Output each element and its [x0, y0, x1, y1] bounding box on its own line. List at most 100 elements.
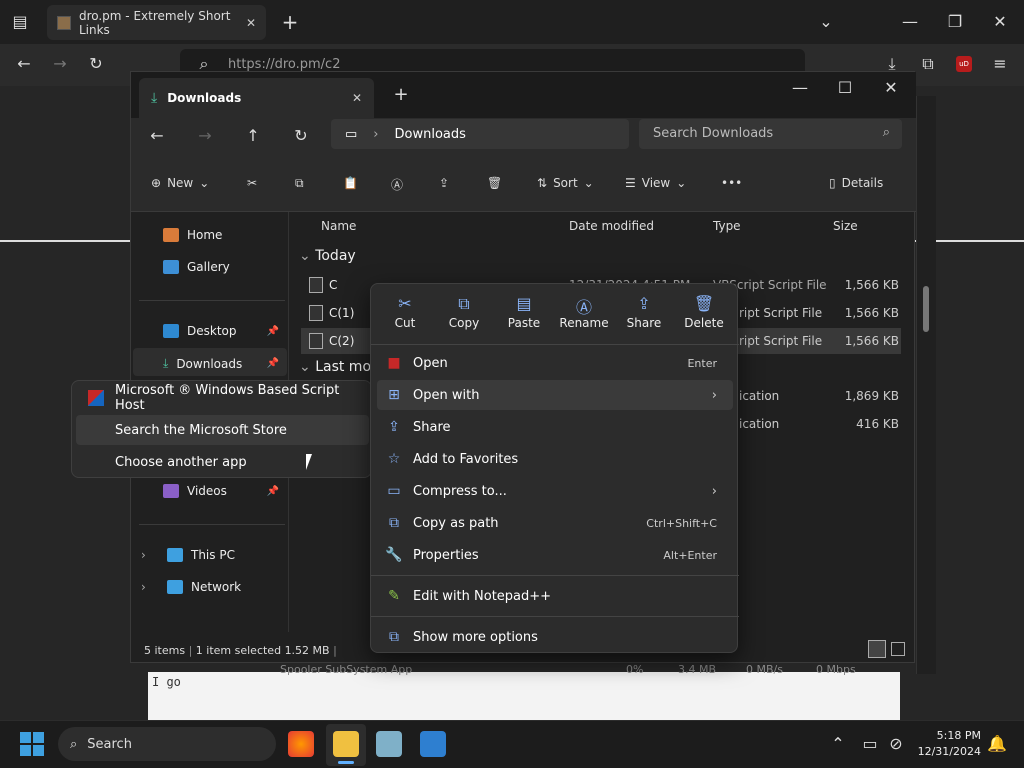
- ublock-icon[interactable]: uD: [956, 56, 972, 72]
- details-label: Details: [841, 176, 884, 190]
- menu-item-favorites[interactable]: ☆ Add to Favorites: [377, 444, 733, 474]
- details-view-icon[interactable]: [868, 640, 886, 658]
- chevron-up-icon[interactable]: ⌃: [826, 732, 850, 756]
- close-window-icon[interactable]: ✕: [879, 76, 903, 100]
- file-size: 1,566 KB: [844, 306, 899, 320]
- extensions-icon[interactable]: ⧉: [916, 52, 940, 76]
- back-icon[interactable]: ←: [145, 124, 169, 148]
- share-action[interactable]: ⇪ Share: [614, 294, 674, 330]
- minimize-icon[interactable]: —: [788, 76, 812, 100]
- sidebar-item-this-pc[interactable]: › This PC: [141, 548, 281, 562]
- rename-icon[interactable]: Ⓐ: [391, 176, 403, 193]
- submenu-item-choose-app[interactable]: Choose another app: [76, 447, 369, 477]
- divider: [371, 575, 739, 576]
- sort-button[interactable]: ⇅ Sort ⌄: [537, 176, 594, 190]
- cut-action[interactable]: ✂ Cut: [375, 294, 435, 330]
- forward-icon[interactable]: →: [48, 52, 72, 76]
- pin-icon: 📌: [266, 485, 279, 497]
- delete-icon[interactable]: 🗑: [487, 176, 502, 190]
- cut-icon[interactable]: ✂: [247, 176, 257, 190]
- back-icon[interactable]: ←: [12, 52, 36, 76]
- more-options-icon[interactable]: •••: [721, 176, 742, 190]
- firefox-icon[interactable]: [288, 731, 314, 757]
- status-items: 5 items: [144, 644, 186, 657]
- details-button[interactable]: ▯ Details: [829, 176, 883, 190]
- explorer-tab[interactable]: ⤓ Downloads ✕: [139, 78, 374, 118]
- share-icon[interactable]: ⇪: [439, 176, 449, 190]
- sidebar-item-label: This PC: [191, 548, 235, 562]
- chevron-down-icon: ⌄: [583, 176, 594, 190]
- sidebar-item-desktop[interactable]: Desktop 📌: [163, 324, 283, 338]
- menu-item-label: Edit with Notepad++: [413, 588, 552, 604]
- tiles-view-icon[interactable]: [891, 642, 905, 656]
- clock[interactable]: 5:18 PM 12/31/2024: [905, 728, 981, 760]
- group-today[interactable]: ⌄ Today: [299, 248, 356, 264]
- new-tab-icon[interactable]: +: [278, 10, 302, 34]
- sidebar-item-videos[interactable]: Videos 📌: [163, 484, 283, 498]
- up-icon[interactable]: ↑: [241, 124, 265, 148]
- paste-icon[interactable]: 📋: [343, 176, 358, 190]
- column-name[interactable]: Name: [321, 219, 356, 233]
- forward-icon[interactable]: →: [193, 124, 217, 148]
- group-last-month[interactable]: ⌄ Last mon: [299, 359, 380, 375]
- sidebar-item-network[interactable]: › Network: [141, 580, 281, 594]
- rename-action[interactable]: Ⓐ Rename: [554, 294, 614, 330]
- column-date[interactable]: Date modified: [569, 219, 654, 233]
- menu-item-share[interactable]: ⇪ Share: [377, 412, 733, 442]
- chevron-right-icon: ›: [711, 387, 717, 403]
- chevron-right-icon[interactable]: ›: [141, 548, 153, 562]
- close-window-icon[interactable]: ✕: [988, 10, 1012, 34]
- chevron-down-icon: ⌄: [299, 248, 311, 264]
- menu-item-open-with[interactable]: ⊞ Open with ›: [377, 380, 733, 410]
- menu-item-compress[interactable]: ▭ Compress to... ›: [377, 476, 733, 506]
- chevron-right-icon[interactable]: ›: [141, 580, 153, 594]
- tab-overview-icon[interactable]: ▤: [8, 10, 32, 34]
- copy-action[interactable]: ⧉ Copy: [434, 294, 494, 330]
- display-icon[interactable]: ▭: [858, 732, 882, 756]
- column-size[interactable]: Size: [833, 219, 858, 233]
- restore-icon[interactable]: ❐: [943, 10, 967, 34]
- plus-circle-icon: ⊕: [151, 176, 162, 190]
- view-button[interactable]: ☰ View ⌄: [625, 176, 686, 190]
- menu-item-open[interactable]: ■ Open Enter: [377, 348, 733, 378]
- browser-tab[interactable]: dro.pm - Extremely Short Links ✕: [47, 5, 266, 40]
- photos-icon[interactable]: [420, 731, 446, 757]
- sidebar-item-downloads[interactable]: ⤓ Downloads 📌: [163, 356, 283, 371]
- taskbar-search[interactable]: ⌕ Search: [58, 727, 276, 761]
- new-tab-icon[interactable]: +: [389, 83, 413, 107]
- column-type[interactable]: Type: [713, 219, 741, 233]
- menu-item-copy-path[interactable]: ⧉ Copy as path Ctrl+Shift+C: [377, 508, 733, 538]
- sidebar-item-home[interactable]: Home: [163, 228, 283, 242]
- notification-bell-icon[interactable]: 🔔: [985, 732, 1009, 756]
- maximize-icon[interactable]: ☐: [833, 76, 857, 100]
- file-name: C(1): [329, 306, 355, 320]
- start-button[interactable]: [20, 732, 44, 756]
- refresh-icon[interactable]: ↻: [289, 124, 313, 148]
- menu-item-more-options[interactable]: ⧉ Show more options: [377, 622, 733, 652]
- more-options-icon: ⧉: [389, 629, 399, 645]
- sidebar-item-gallery[interactable]: Gallery: [163, 260, 283, 274]
- paste-action[interactable]: ▤ Paste: [494, 294, 554, 330]
- menu-item-label: Add to Favorites: [413, 451, 519, 467]
- menu-item-properties[interactable]: 🔧 Properties Alt+Enter: [377, 540, 733, 570]
- menu-icon[interactable]: ≡: [988, 52, 1012, 76]
- scroll-thumb[interactable]: [923, 286, 929, 332]
- menu-item-notepadpp[interactable]: ✎ Edit with Notepad++: [377, 581, 733, 611]
- copy-icon[interactable]: ⧉: [295, 176, 304, 191]
- submenu-item-store[interactable]: Search the Microsoft Store: [76, 415, 369, 445]
- menu-item-shortcut: Ctrl+Shift+C: [646, 516, 717, 530]
- file-explorer-icon[interactable]: [333, 731, 359, 757]
- submenu-item-script-host[interactable]: Microsoft ® Windows Based Script Host: [76, 383, 369, 413]
- new-button[interactable]: ⊕ New ⌄: [151, 176, 209, 190]
- delete-action[interactable]: 🗑 Delete: [674, 294, 734, 330]
- close-tab-icon[interactable]: ✕: [352, 91, 362, 105]
- notepad-icon[interactable]: [376, 731, 402, 757]
- reload-icon[interactable]: ↻: [84, 52, 108, 76]
- background-scrollbar[interactable]: [916, 96, 936, 674]
- search-input[interactable]: Search Downloads ⌕: [639, 119, 902, 149]
- address-bar[interactable]: ▭ › Downloads: [331, 119, 629, 149]
- tab-list-chevron-icon[interactable]: ⌄: [814, 10, 838, 34]
- address-segment[interactable]: Downloads: [395, 127, 466, 142]
- close-tab-icon[interactable]: ✕: [246, 16, 256, 30]
- minimize-icon[interactable]: —: [898, 10, 922, 34]
